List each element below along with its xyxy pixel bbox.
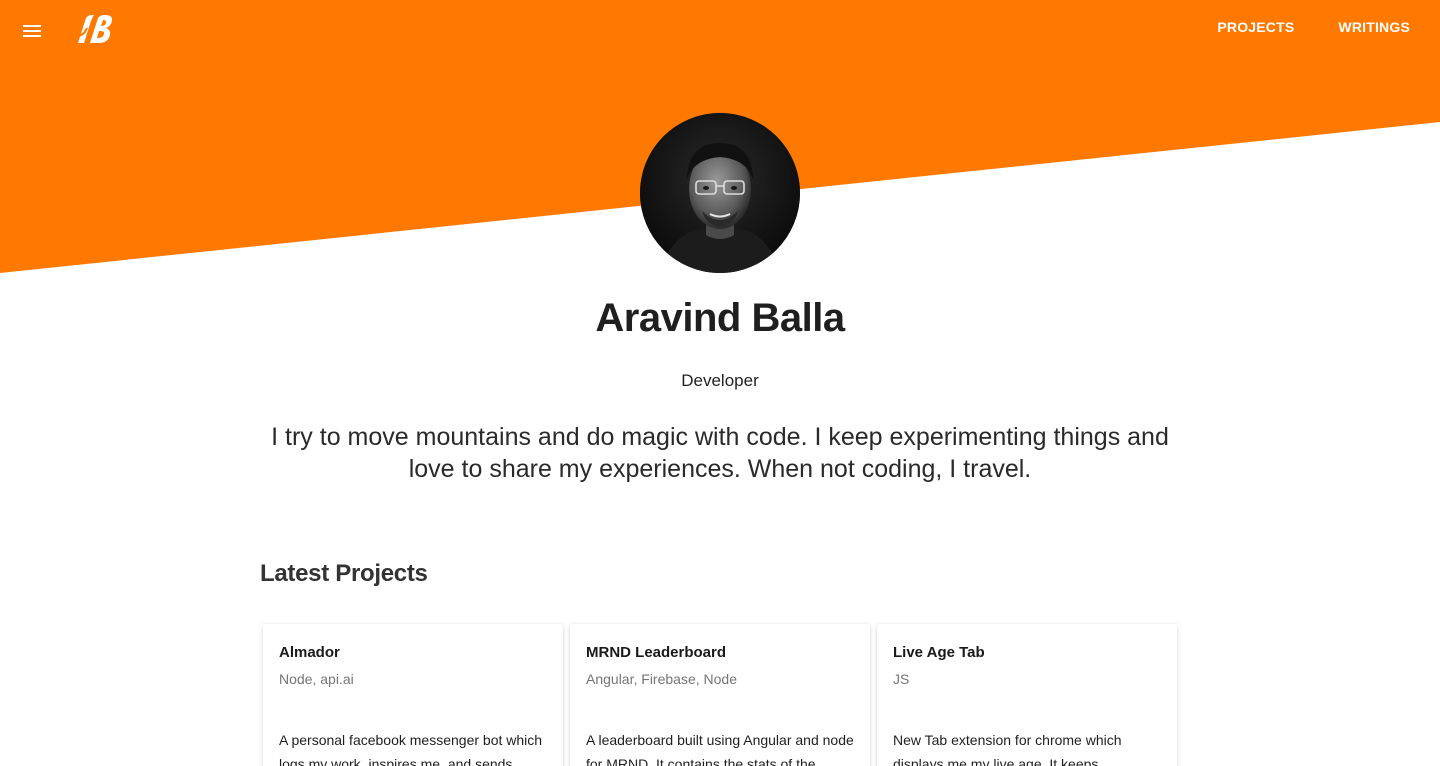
nav-projects-link[interactable]: PROJECTS: [1217, 19, 1294, 35]
project-title: MRND Leaderboard: [586, 644, 727, 661]
profile-bio: I try to move mountains and do magic wit…: [271, 423, 1169, 483]
project-tags: Angular, Firebase, Node: [586, 671, 737, 687]
project-tags: Node, api.ai: [279, 671, 354, 687]
ab-logo-icon: [75, 15, 113, 43]
page: PROJECTS WRITINGS Aravind Balla Develope…: [0, 0, 1440, 766]
profile-name: Aravind Balla: [595, 296, 845, 340]
top-navigation-bar: PROJECTS WRITINGS: [0, 0, 1440, 62]
nav-writings-link[interactable]: WRITINGS: [1338, 19, 1410, 35]
latest-projects-heading: Latest Projects: [260, 560, 428, 587]
project-description: A personal facebook messenger bot which …: [279, 732, 543, 766]
project-tags: JS: [893, 671, 910, 687]
project-card-live-age-tab[interactable]: Live Age Tab JS New Tab extension for ch…: [877, 624, 1177, 766]
project-title: Live Age Tab: [893, 644, 985, 661]
hamburger-menu-icon[interactable]: [22, 22, 42, 40]
project-title: Almador: [279, 644, 340, 661]
site-logo[interactable]: [72, 14, 116, 46]
project-description: New Tab extension for chrome which displ…: [893, 732, 1122, 766]
main-nav: PROJECTS WRITINGS: [1217, 19, 1410, 35]
project-cards: Almador Node, api.ai A personal facebook…: [263, 624, 1178, 766]
project-card-almador[interactable]: Almador Node, api.ai A personal facebook…: [263, 624, 563, 766]
project-card-mrnd-leaderboard[interactable]: MRND Leaderboard Angular, Firebase, Node…: [570, 624, 870, 766]
project-description: A leaderboard built using Angular and no…: [586, 732, 854, 766]
profile-role: Developer: [681, 371, 759, 390]
profile-avatar: [640, 113, 800, 273]
